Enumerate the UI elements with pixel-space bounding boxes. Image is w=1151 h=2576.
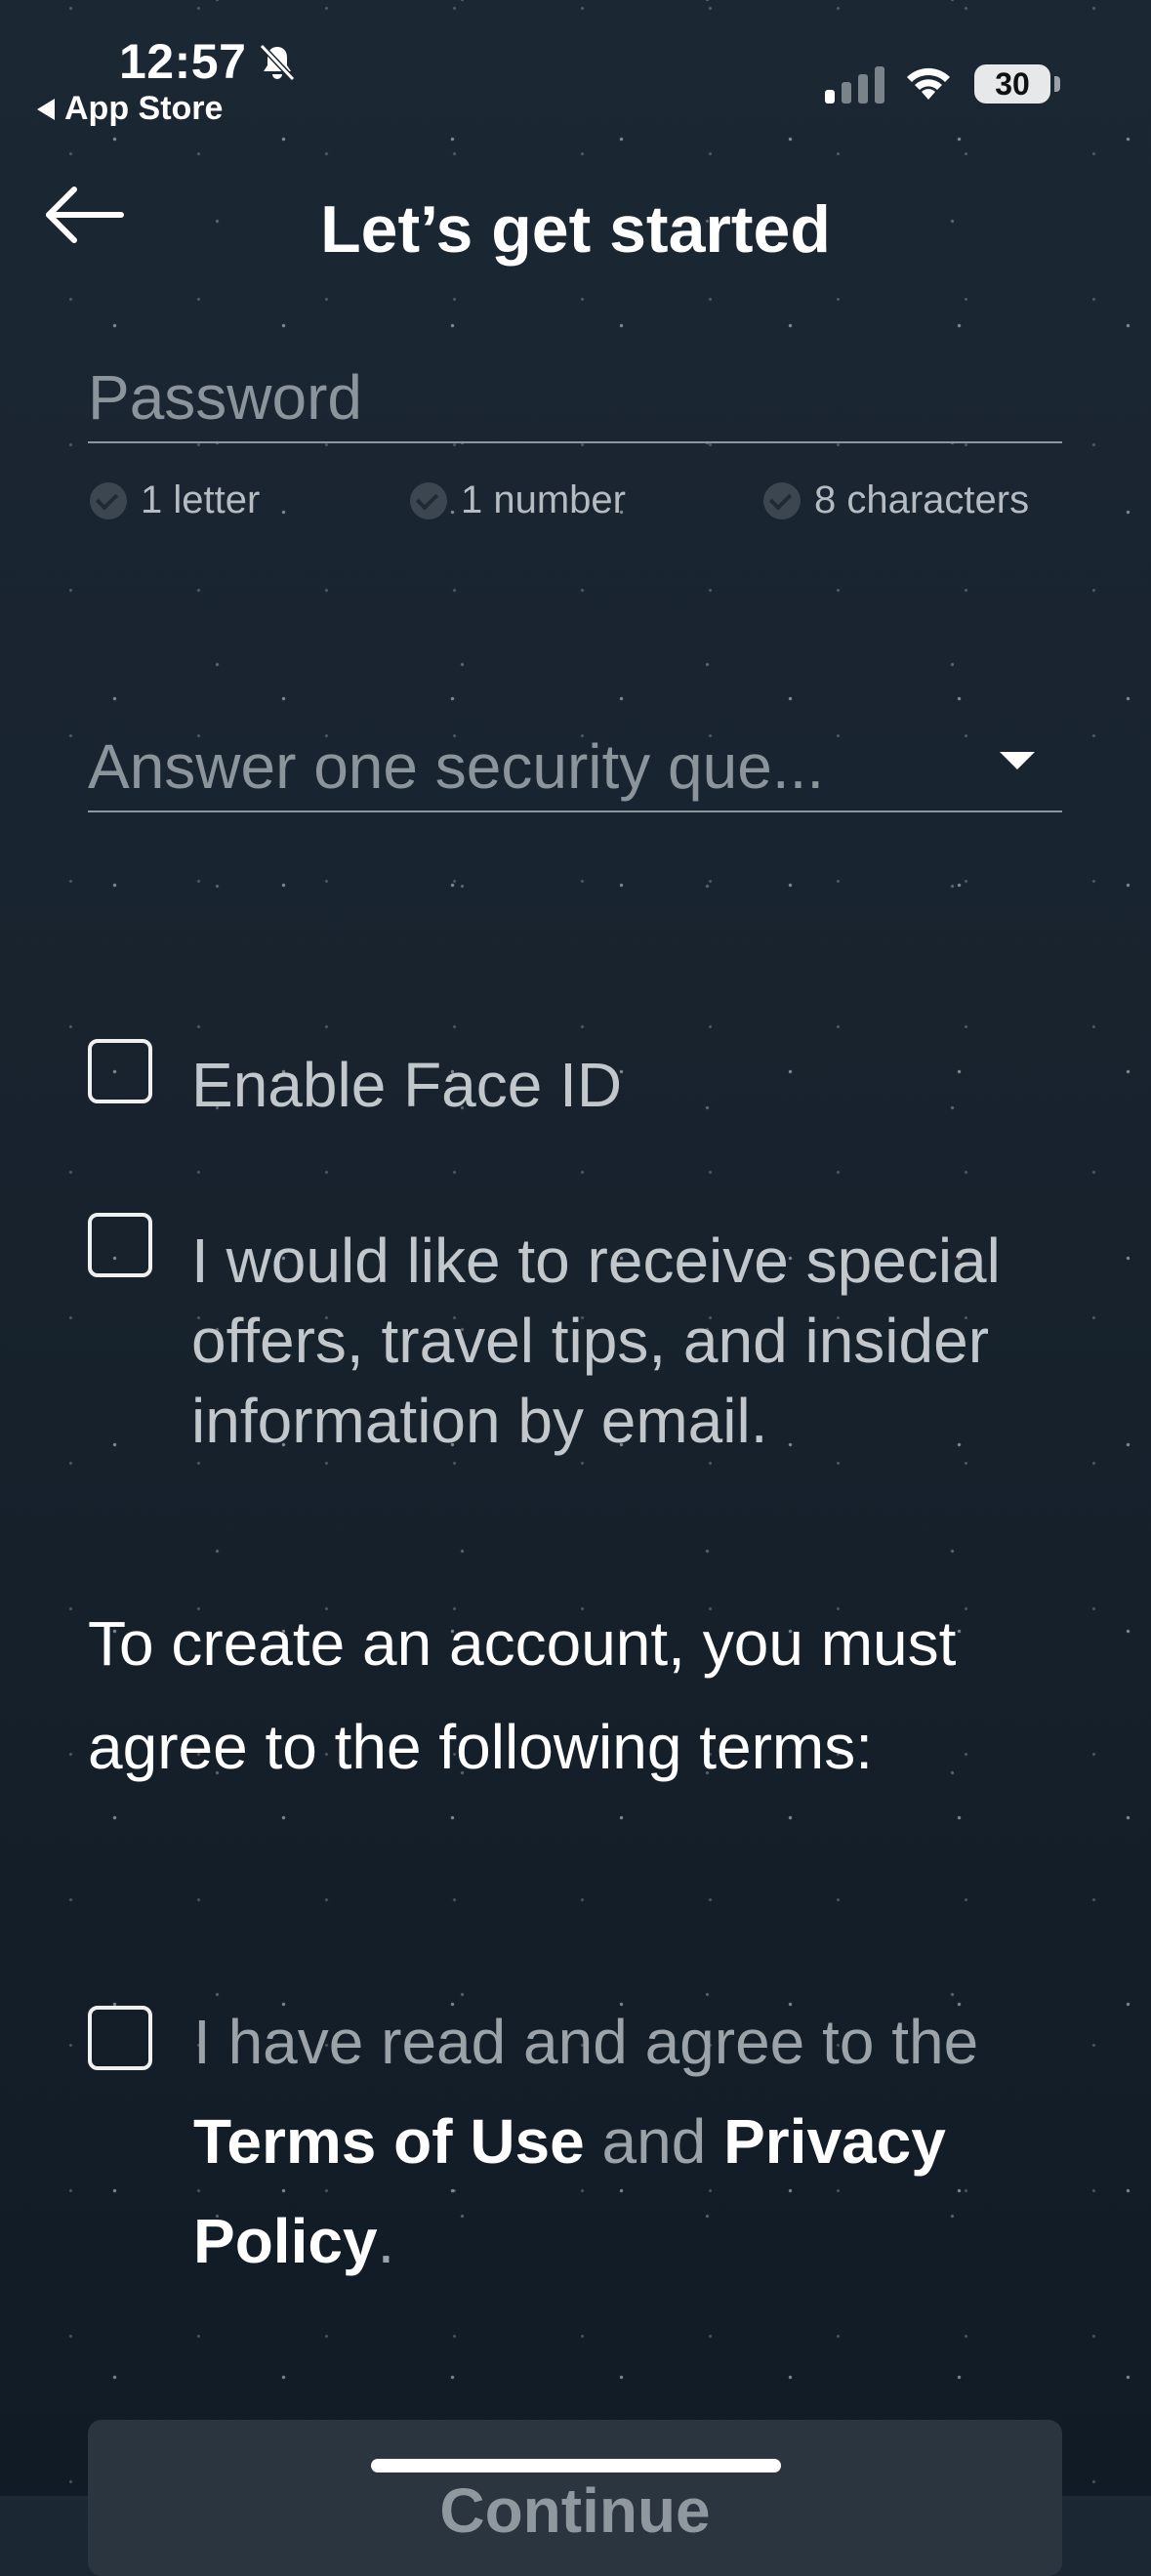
back-triangle-icon xyxy=(37,98,55,120)
status-time: 12:57 xyxy=(119,34,247,89)
requirement-letter: 1 letter xyxy=(90,478,260,522)
battery-icon: 30 xyxy=(974,64,1050,104)
check-circle-icon xyxy=(410,481,447,519)
caret-down-icon xyxy=(1000,752,1035,769)
wifi-icon xyxy=(907,67,950,100)
requirement-length: 8 characters xyxy=(763,478,1029,522)
home-indicator xyxy=(371,2459,781,2472)
terms-of-use-link[interactable]: Terms of Use xyxy=(193,2106,585,2177)
back-to-app-store[interactable]: App Store xyxy=(37,90,223,128)
offers-checkbox[interactable] xyxy=(88,1213,152,1277)
security-question-select[interactable]: Answer one security que... xyxy=(88,723,1062,812)
agree-terms-label: I have read and agree to the Terms of Us… xyxy=(193,1992,1072,2291)
security-question-placeholder: Answer one security que... xyxy=(88,731,825,802)
face-id-checkbox[interactable] xyxy=(88,1039,152,1103)
password-input[interactable] xyxy=(88,353,1062,443)
agree-period: . xyxy=(377,2206,395,2276)
battery-cap xyxy=(1054,76,1060,92)
requirement-label: 1 letter xyxy=(141,478,261,521)
bell-muted-icon xyxy=(259,43,296,82)
requirement-label: 1 number xyxy=(461,478,626,521)
requirement-number: 1 number xyxy=(410,478,626,522)
requirement-label: 8 characters xyxy=(814,478,1030,521)
page-title: Let’s get started xyxy=(320,192,831,267)
face-id-label: Enable Face ID xyxy=(191,1050,623,1120)
check-circle-icon xyxy=(763,481,801,519)
agree-terms-checkbox[interactable] xyxy=(88,2006,152,2070)
terms-intro-text: To create an account, you must agree to … xyxy=(88,1608,957,1782)
continue-button[interactable]: Continue xyxy=(88,2420,1062,2576)
check-circle-icon xyxy=(90,481,127,519)
offers-label: I would like to receive special offers, … xyxy=(191,1226,1001,1456)
agree-and: and xyxy=(601,2106,707,2177)
agree-prefix: I have read and agree to the xyxy=(193,2007,979,2077)
cellular-signal-icon xyxy=(825,64,884,104)
back-app-label: App Store xyxy=(64,90,224,127)
